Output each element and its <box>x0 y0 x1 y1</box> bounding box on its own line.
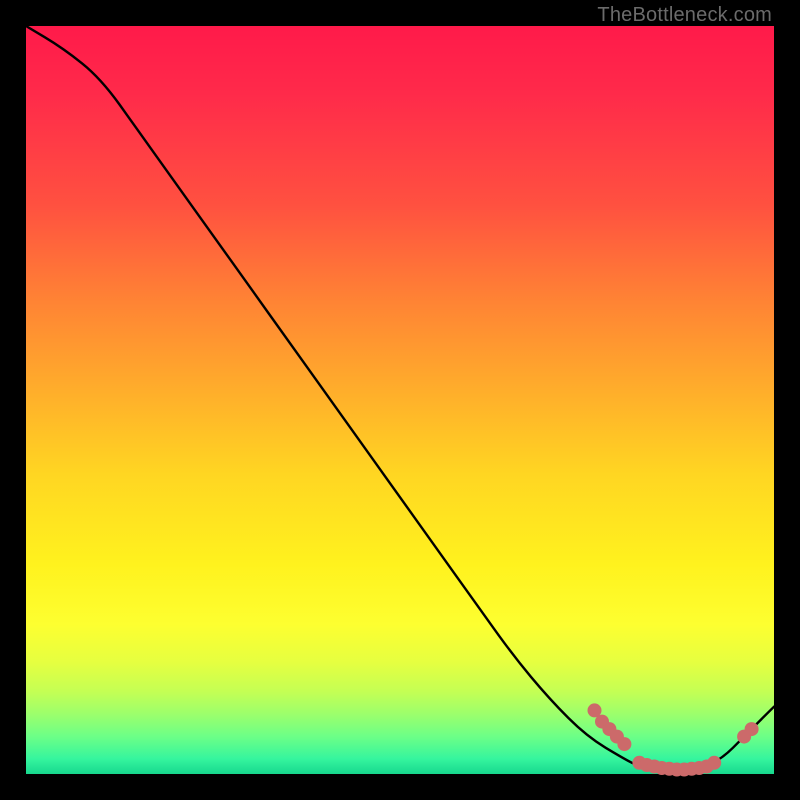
plot-area <box>26 26 774 774</box>
watermark-text: TheBottleneck.com <box>597 4 772 27</box>
marker-dot <box>707 756 721 770</box>
chart-frame: TheBottleneck.com <box>0 0 800 800</box>
chart-svg <box>26 26 774 774</box>
marker-dots <box>588 703 759 776</box>
marker-dot <box>617 737 631 751</box>
curve-line <box>26 26 774 770</box>
marker-dot <box>745 722 759 736</box>
